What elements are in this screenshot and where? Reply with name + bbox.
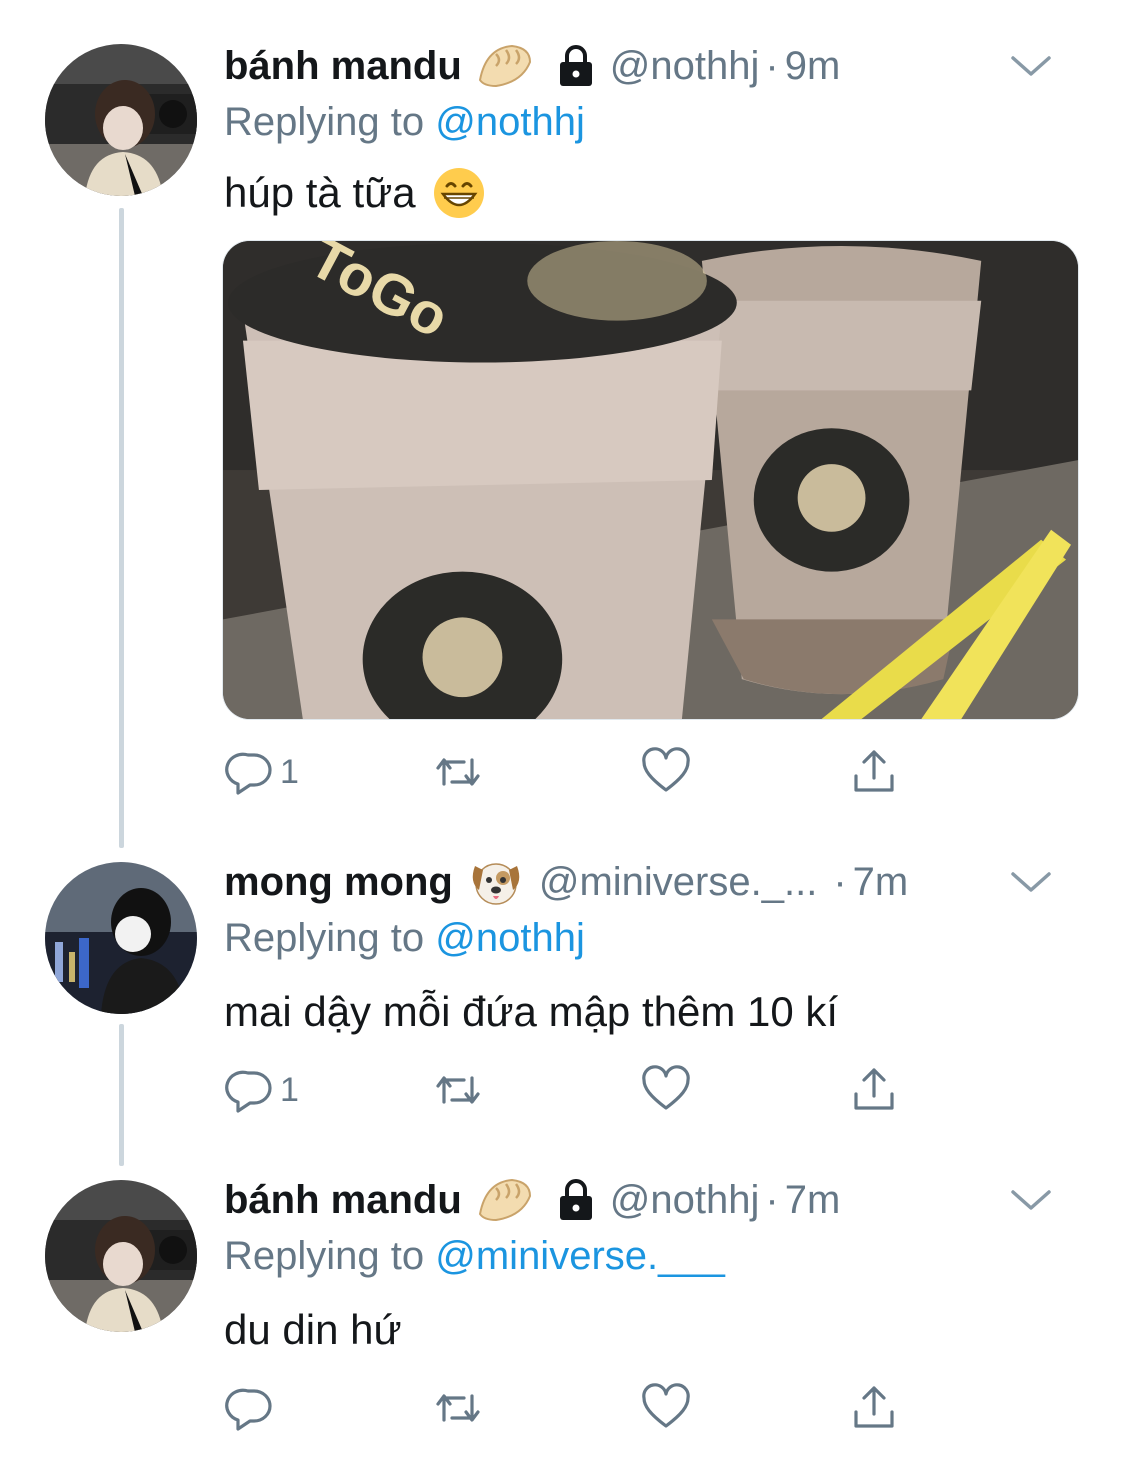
display-name[interactable]: mong mong [224, 860, 453, 905]
avatar[interactable] [45, 44, 197, 196]
dumpling-icon [476, 1176, 534, 1224]
tweet-text-content: mai dậy mỗi đứa mập thêm 10 kí [224, 988, 839, 1035]
share-icon [854, 750, 894, 792]
heart-icon [642, 747, 690, 792]
replying-mention[interactable]: @miniverse.___ [435, 1234, 725, 1278]
share-action[interactable] [848, 1380, 900, 1436]
share-action[interactable] [848, 744, 900, 800]
retweet-action[interactable] [432, 1062, 488, 1118]
timestamp[interactable]: 9m [785, 44, 841, 89]
separator: · [765, 43, 779, 88]
dumpling-icon [476, 42, 534, 90]
tweet-header: bánh mandu @nothhj · 7m [224, 1174, 1095, 1226]
reply-action[interactable] [224, 1380, 280, 1436]
retweet-icon [436, 758, 480, 786]
tweet-header: bánh mandu @nothhj · 9m [224, 40, 1095, 92]
tweet-header: mong mong @miniverse._... · 7m [224, 856, 1095, 908]
replying-to: Replying to @miniverse.___ [224, 1234, 725, 1279]
timestamp[interactable]: 7m [785, 1178, 841, 1223]
handle[interactable]: @nothhj [610, 1178, 760, 1223]
replying-prefix: Replying to [224, 1234, 425, 1278]
thread-line [119, 1024, 124, 1166]
timestamp[interactable]: 7m [853, 860, 909, 905]
replying-prefix: Replying to [224, 916, 425, 960]
replying-prefix: Replying to [224, 100, 425, 144]
tweet-photo[interactable]: ToGo [222, 240, 1079, 720]
tweet-text: húp tà tữa [224, 166, 486, 220]
chevron-down-icon[interactable] [1009, 1186, 1053, 1214]
tweet-text-content: du din hứ [224, 1306, 402, 1353]
share-action[interactable] [848, 1062, 900, 1118]
heart-icon [642, 1065, 690, 1110]
avatar[interactable] [45, 862, 197, 1014]
replying-to: Replying to @nothhj [224, 100, 585, 145]
like-action[interactable] [640, 1062, 696, 1118]
share-icon [854, 1386, 894, 1428]
grinning-face-icon [432, 166, 486, 220]
tweet-actions: 1 [224, 1062, 924, 1118]
lock-icon [556, 44, 596, 88]
handle[interactable]: @miniverse._... [539, 860, 817, 905]
reply-count: 1 [280, 1070, 299, 1109]
replying-mention[interactable]: @nothhj [435, 916, 585, 960]
share-icon [854, 1068, 894, 1110]
retweet-icon [436, 1394, 480, 1422]
replying-to: Replying to @nothhj [224, 916, 585, 961]
reply-count: 1 [280, 752, 299, 791]
reply-action[interactable]: 1 [224, 1062, 299, 1118]
handle[interactable]: @nothhj [610, 44, 760, 89]
display-name[interactable]: bánh mandu [224, 1178, 462, 1223]
separator: · [833, 859, 847, 904]
replying-mention[interactable]: @nothhj [435, 100, 585, 144]
chevron-down-icon[interactable] [1009, 52, 1053, 80]
reply-icon [225, 752, 272, 795]
chevron-down-icon[interactable] [1009, 868, 1053, 896]
tweet-text-content: húp tà tữa [224, 169, 416, 216]
retweet-icon [436, 1076, 480, 1104]
display-name[interactable]: bánh mandu [224, 44, 462, 89]
dog-face-icon [467, 858, 525, 906]
retweet-action[interactable] [432, 1380, 488, 1436]
retweet-action[interactable] [432, 744, 488, 800]
tweet-text: mai dậy mỗi đứa mập thêm 10 kí [224, 988, 838, 1036]
separator: · [765, 1177, 779, 1222]
reply-icon [225, 1388, 272, 1431]
thread-line [119, 208, 124, 848]
avatar[interactable] [45, 1180, 197, 1332]
reply-icon [225, 1070, 272, 1113]
reply-action[interactable]: 1 [224, 744, 299, 800]
tweet-actions: 1 [224, 744, 924, 800]
heart-icon [642, 1383, 690, 1428]
tweet-text: du din hứ [224, 1306, 402, 1354]
tweet-actions [224, 1380, 924, 1436]
like-action[interactable] [640, 1380, 696, 1436]
lock-icon [556, 1178, 596, 1222]
like-action[interactable] [640, 744, 696, 800]
